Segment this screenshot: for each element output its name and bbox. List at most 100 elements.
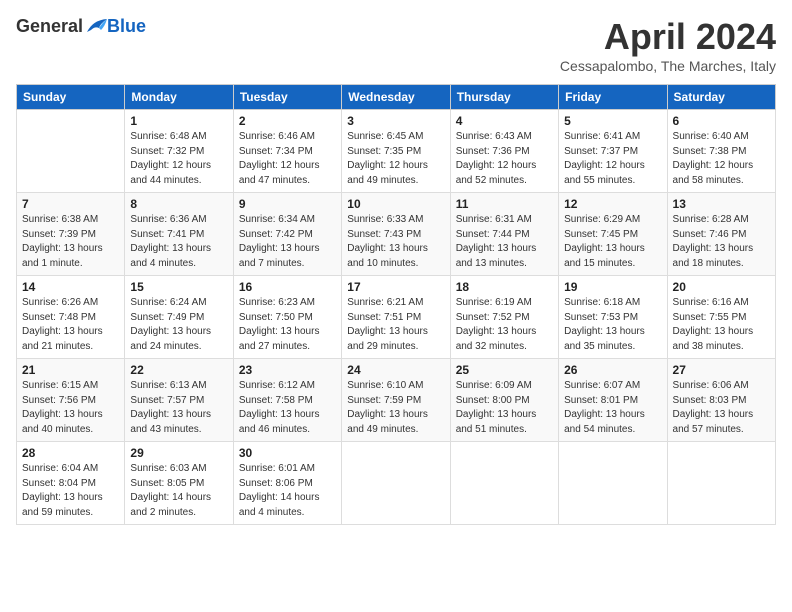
- calendar-cell: 12 Sunrise: 6:29 AMSunset: 7:45 PMDayligh…: [559, 193, 667, 276]
- day-info: Sunrise: 6:26 AMSunset: 7:48 PMDaylight:…: [22, 296, 119, 354]
- calendar-week-row: 7Sunrise: 6:38 AMSunset: 7:39 PMDaylight…: [17, 193, 776, 276]
- day-number: 30: [239, 446, 336, 460]
- calendar-cell: 27 Sunrise: 6:06 AMSunset: 8:03 PMDayligh…: [667, 359, 775, 442]
- calendar-day-header: Thursday: [450, 85, 558, 110]
- calendar-cell: 16 Sunrise: 6:23 AMSunset: 7:50 PMDayligh…: [233, 276, 341, 359]
- calendar-table: SundayMondayTuesdayWednesdayThursdayFrid…: [16, 84, 776, 525]
- day-info: Sunrise: 6:03 AMSunset: 8:05 PMDaylight:…: [130, 462, 227, 520]
- day-info: Sunrise: 6:23 AMSunset: 7:50 PMDaylight:…: [239, 296, 336, 354]
- logo-blue-text: Blue: [107, 16, 146, 37]
- calendar-cell: 25 Sunrise: 6:09 AMSunset: 8:00 PMDayligh…: [450, 359, 558, 442]
- day-info: Sunrise: 6:21 AMSunset: 7:51 PMDaylight:…: [347, 296, 444, 354]
- logo-general-text: General: [16, 16, 83, 37]
- calendar-cell: [17, 110, 125, 193]
- calendar-cell: 7Sunrise: 6:38 AMSunset: 7:39 PMDaylight…: [17, 193, 125, 276]
- calendar-cell: 8 Sunrise: 6:36 AMSunset: 7:41 PMDaylight…: [125, 193, 233, 276]
- day-info: Sunrise: 6:13 AMSunset: 7:57 PMDaylight:…: [130, 379, 227, 437]
- day-info: Sunrise: 6:07 AMSunset: 8:01 PMDaylight:…: [564, 379, 661, 437]
- day-number: 20: [673, 280, 770, 294]
- location: Cessapalombo, The Marches, Italy: [560, 58, 776, 74]
- day-number: 29: [130, 446, 227, 460]
- calendar-day-header: Tuesday: [233, 85, 341, 110]
- calendar-week-row: 21 Sunrise: 6:15 AMSunset: 7:56 PMDayligh…: [17, 359, 776, 442]
- day-info: Sunrise: 6:29 AMSunset: 7:45 PMDaylight:…: [564, 213, 661, 271]
- day-info: Sunrise: 6:45 AMSunset: 7:35 PMDaylight:…: [347, 130, 444, 188]
- calendar-cell: [342, 442, 450, 525]
- calendar-cell: 18 Sunrise: 6:19 AMSunset: 7:52 PMDayligh…: [450, 276, 558, 359]
- day-number: 21: [22, 363, 119, 377]
- day-number: 4: [456, 114, 553, 128]
- title-block: April 2024 Cessapalombo, The Marches, It…: [560, 16, 776, 74]
- logo: General Blue: [16, 16, 146, 37]
- day-info: Sunrise: 6:43 AMSunset: 7:36 PMDaylight:…: [456, 130, 553, 188]
- day-info: Sunrise: 6:48 AMSunset: 7:32 PMDaylight:…: [130, 130, 227, 188]
- day-info: Sunrise: 6:33 AMSunset: 7:43 PMDaylight:…: [347, 213, 444, 271]
- day-number: 8: [130, 197, 227, 211]
- logo-bird-icon: [85, 18, 107, 36]
- day-number: 13: [673, 197, 770, 211]
- day-info: Sunrise: 6:15 AMSunset: 7:56 PMDaylight:…: [22, 379, 119, 437]
- calendar-cell: 14 Sunrise: 6:26 AMSunset: 7:48 PMDayligh…: [17, 276, 125, 359]
- calendar-header-row: SundayMondayTuesdayWednesdayThursdayFrid…: [17, 85, 776, 110]
- day-number: 22: [130, 363, 227, 377]
- calendar-body: 1 Sunrise: 6:48 AMSunset: 7:32 PMDaylight…: [17, 110, 776, 525]
- calendar-cell: 21 Sunrise: 6:15 AMSunset: 7:56 PMDayligh…: [17, 359, 125, 442]
- day-number: 19: [564, 280, 661, 294]
- day-number: 12: [564, 197, 661, 211]
- day-number: 2: [239, 114, 336, 128]
- day-info: Sunrise: 6:36 AMSunset: 7:41 PMDaylight:…: [130, 213, 227, 271]
- day-info: Sunrise: 6:09 AMSunset: 8:00 PMDaylight:…: [456, 379, 553, 437]
- day-info: Sunrise: 6:18 AMSunset: 7:53 PMDaylight:…: [564, 296, 661, 354]
- month-title: April 2024: [560, 16, 776, 58]
- day-info: Sunrise: 6:19 AMSunset: 7:52 PMDaylight:…: [456, 296, 553, 354]
- day-info: Sunrise: 6:31 AMSunset: 7:44 PMDaylight:…: [456, 213, 553, 271]
- calendar-cell: 2Sunrise: 6:46 AMSunset: 7:34 PMDaylight…: [233, 110, 341, 193]
- day-number: 27: [673, 363, 770, 377]
- calendar-day-header: Sunday: [17, 85, 125, 110]
- calendar-cell: 4 Sunrise: 6:43 AMSunset: 7:36 PMDaylight…: [450, 110, 558, 193]
- day-number: 15: [130, 280, 227, 294]
- day-info: Sunrise: 6:04 AMSunset: 8:04 PMDaylight:…: [22, 462, 119, 520]
- day-info: Sunrise: 6:28 AMSunset: 7:46 PMDaylight:…: [673, 213, 770, 271]
- calendar-cell: 10Sunrise: 6:33 AMSunset: 7:43 PMDayligh…: [342, 193, 450, 276]
- calendar-day-header: Wednesday: [342, 85, 450, 110]
- day-number: 5: [564, 114, 661, 128]
- day-info: Sunrise: 6:41 AMSunset: 7:37 PMDaylight:…: [564, 130, 661, 188]
- day-number: 6: [673, 114, 770, 128]
- calendar-cell: 3Sunrise: 6:45 AMSunset: 7:35 PMDaylight…: [342, 110, 450, 193]
- calendar-cell: 30Sunrise: 6:01 AMSunset: 8:06 PMDayligh…: [233, 442, 341, 525]
- calendar-day-header: Friday: [559, 85, 667, 110]
- day-number: 18: [456, 280, 553, 294]
- calendar-week-row: 28Sunrise: 6:04 AMSunset: 8:04 PMDayligh…: [17, 442, 776, 525]
- day-number: 16: [239, 280, 336, 294]
- day-info: Sunrise: 6:34 AMSunset: 7:42 PMDaylight:…: [239, 213, 336, 271]
- day-info: Sunrise: 6:38 AMSunset: 7:39 PMDaylight:…: [22, 213, 119, 271]
- day-number: 11: [456, 197, 553, 211]
- page-header: General Blue April 2024 Cessapalombo, Th…: [16, 16, 776, 74]
- calendar-cell: [450, 442, 558, 525]
- calendar-week-row: 14 Sunrise: 6:26 AMSunset: 7:48 PMDayligh…: [17, 276, 776, 359]
- day-info: Sunrise: 6:24 AMSunset: 7:49 PMDaylight:…: [130, 296, 227, 354]
- calendar-cell: 19 Sunrise: 6:18 AMSunset: 7:53 PMDayligh…: [559, 276, 667, 359]
- calendar-day-header: Saturday: [667, 85, 775, 110]
- day-info: Sunrise: 6:12 AMSunset: 7:58 PMDaylight:…: [239, 379, 336, 437]
- day-number: 25: [456, 363, 553, 377]
- day-info: Sunrise: 6:10 AMSunset: 7:59 PMDaylight:…: [347, 379, 444, 437]
- day-info: Sunrise: 6:06 AMSunset: 8:03 PMDaylight:…: [673, 379, 770, 437]
- calendar-cell: 22 Sunrise: 6:13 AMSunset: 7:57 PMDayligh…: [125, 359, 233, 442]
- day-number: 14: [22, 280, 119, 294]
- day-number: 1: [130, 114, 227, 128]
- calendar-cell: 1 Sunrise: 6:48 AMSunset: 7:32 PMDaylight…: [125, 110, 233, 193]
- calendar-cell: 11 Sunrise: 6:31 AMSunset: 7:44 PMDayligh…: [450, 193, 558, 276]
- calendar-cell: 9 Sunrise: 6:34 AMSunset: 7:42 PMDaylight…: [233, 193, 341, 276]
- calendar-cell: 28Sunrise: 6:04 AMSunset: 8:04 PMDayligh…: [17, 442, 125, 525]
- day-number: 24: [347, 363, 444, 377]
- day-number: 9: [239, 197, 336, 211]
- day-number: 26: [564, 363, 661, 377]
- calendar-cell: 29 Sunrise: 6:03 AMSunset: 8:05 PMDayligh…: [125, 442, 233, 525]
- day-info: Sunrise: 6:16 AMSunset: 7:55 PMDaylight:…: [673, 296, 770, 354]
- calendar-week-row: 1 Sunrise: 6:48 AMSunset: 7:32 PMDaylight…: [17, 110, 776, 193]
- day-info: Sunrise: 6:40 AMSunset: 7:38 PMDaylight:…: [673, 130, 770, 188]
- calendar-cell: 13 Sunrise: 6:28 AMSunset: 7:46 PMDayligh…: [667, 193, 775, 276]
- calendar-cell: [667, 442, 775, 525]
